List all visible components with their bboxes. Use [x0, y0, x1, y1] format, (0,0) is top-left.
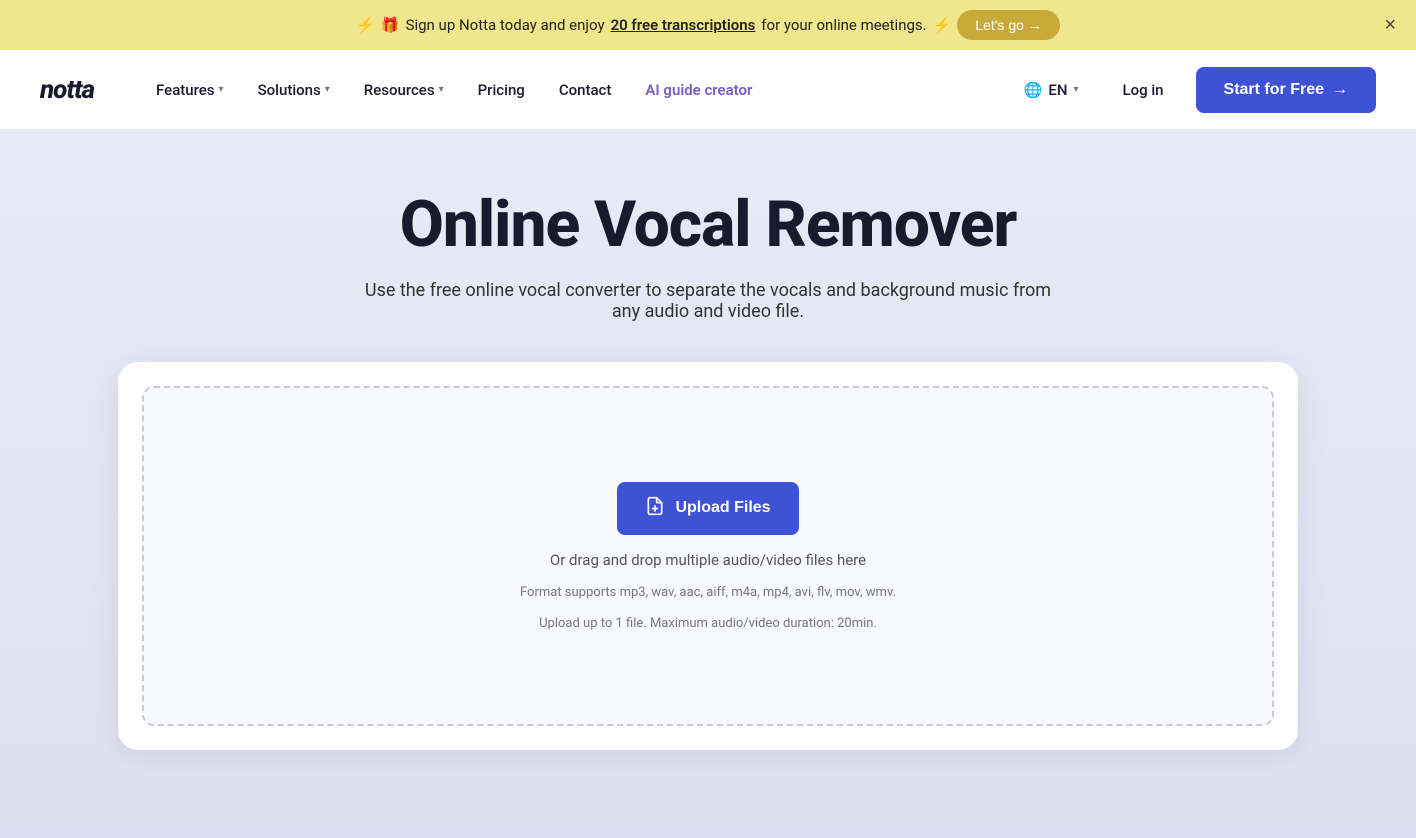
navigation-bar: notta Features ▾ Solutions ▾ Resources ▾…	[0, 50, 1416, 130]
start-free-button[interactable]: Start for Free →	[1196, 67, 1376, 113]
resources-chevron-icon: ▾	[439, 84, 444, 95]
main-content: Online Vocal Remover Use the free online…	[0, 130, 1416, 838]
banner-gift-icon: 🎁	[381, 16, 400, 34]
pricing-label: Pricing	[478, 81, 525, 99]
upload-files-button[interactable]: Upload Files	[617, 482, 798, 535]
globe-icon: 🌐	[1024, 81, 1043, 99]
banner-link[interactable]: 20 free transcriptions	[611, 16, 756, 34]
start-free-label: Start for Free	[1224, 81, 1324, 99]
banner-text-content: ⚡ 🎁 Sign up Notta today and enjoy 20 fre…	[356, 10, 1060, 40]
upload-file-icon	[645, 496, 665, 521]
nav-ai-guide[interactable]: AI guide creator	[631, 73, 766, 107]
page-subtitle: Use the free online vocal converter to s…	[358, 280, 1058, 322]
login-button[interactable]: Log in	[1107, 73, 1180, 107]
nav-pricing[interactable]: Pricing	[464, 73, 539, 107]
page-title: Online Vocal Remover	[400, 190, 1017, 260]
upload-btn-label: Upload Files	[675, 499, 770, 517]
upload-formats: Format supports mp3, wav, aac, aiff, m4a…	[520, 585, 896, 600]
solutions-label: Solutions	[258, 81, 321, 99]
resources-label: Resources	[364, 81, 435, 99]
lang-chevron-icon: ▾	[1073, 84, 1078, 95]
language-label: EN	[1048, 81, 1067, 99]
nav-solutions[interactable]: Solutions ▾	[244, 73, 344, 107]
solutions-chevron-icon: ▾	[325, 84, 330, 95]
banner-suffix: for your online meetings.	[761, 16, 926, 34]
nav-links: Features ▾ Solutions ▾ Resources ▾ Prici…	[142, 73, 1012, 107]
upload-dropzone[interactable]: Upload Files Or drag and drop multiple a…	[142, 386, 1274, 726]
nav-right: 🌐 EN ▾ Log in Start for Free →	[1012, 67, 1376, 113]
ai-guide-label: AI guide creator	[645, 81, 752, 99]
logo[interactable]: notta	[40, 75, 94, 105]
features-chevron-icon: ▾	[219, 84, 224, 95]
banner-prefix: Sign up Notta today and enjoy	[406, 16, 605, 34]
banner-lightning-right-icon: ⚡	[933, 16, 952, 34]
contact-label: Contact	[559, 81, 612, 99]
upload-limit: Upload up to 1 file. Maximum audio/video…	[539, 616, 877, 631]
banner-cta-button[interactable]: Let's go →	[957, 10, 1060, 40]
nav-contact[interactable]: Contact	[545, 73, 626, 107]
banner-lightning-left-icon: ⚡	[356, 16, 375, 34]
language-selector[interactable]: 🌐 EN ▾	[1012, 73, 1091, 107]
banner-close-button[interactable]: ×	[1384, 15, 1396, 35]
nav-features[interactable]: Features ▾	[142, 73, 238, 107]
upload-drag-text: Or drag and drop multiple audio/video fi…	[550, 551, 866, 569]
nav-resources[interactable]: Resources ▾	[350, 73, 458, 107]
announcement-banner: ⚡ 🎁 Sign up Notta today and enjoy 20 fre…	[0, 0, 1416, 50]
start-arrow-icon: →	[1332, 81, 1348, 99]
upload-card: Upload Files Or drag and drop multiple a…	[118, 362, 1298, 750]
features-label: Features	[156, 81, 214, 99]
